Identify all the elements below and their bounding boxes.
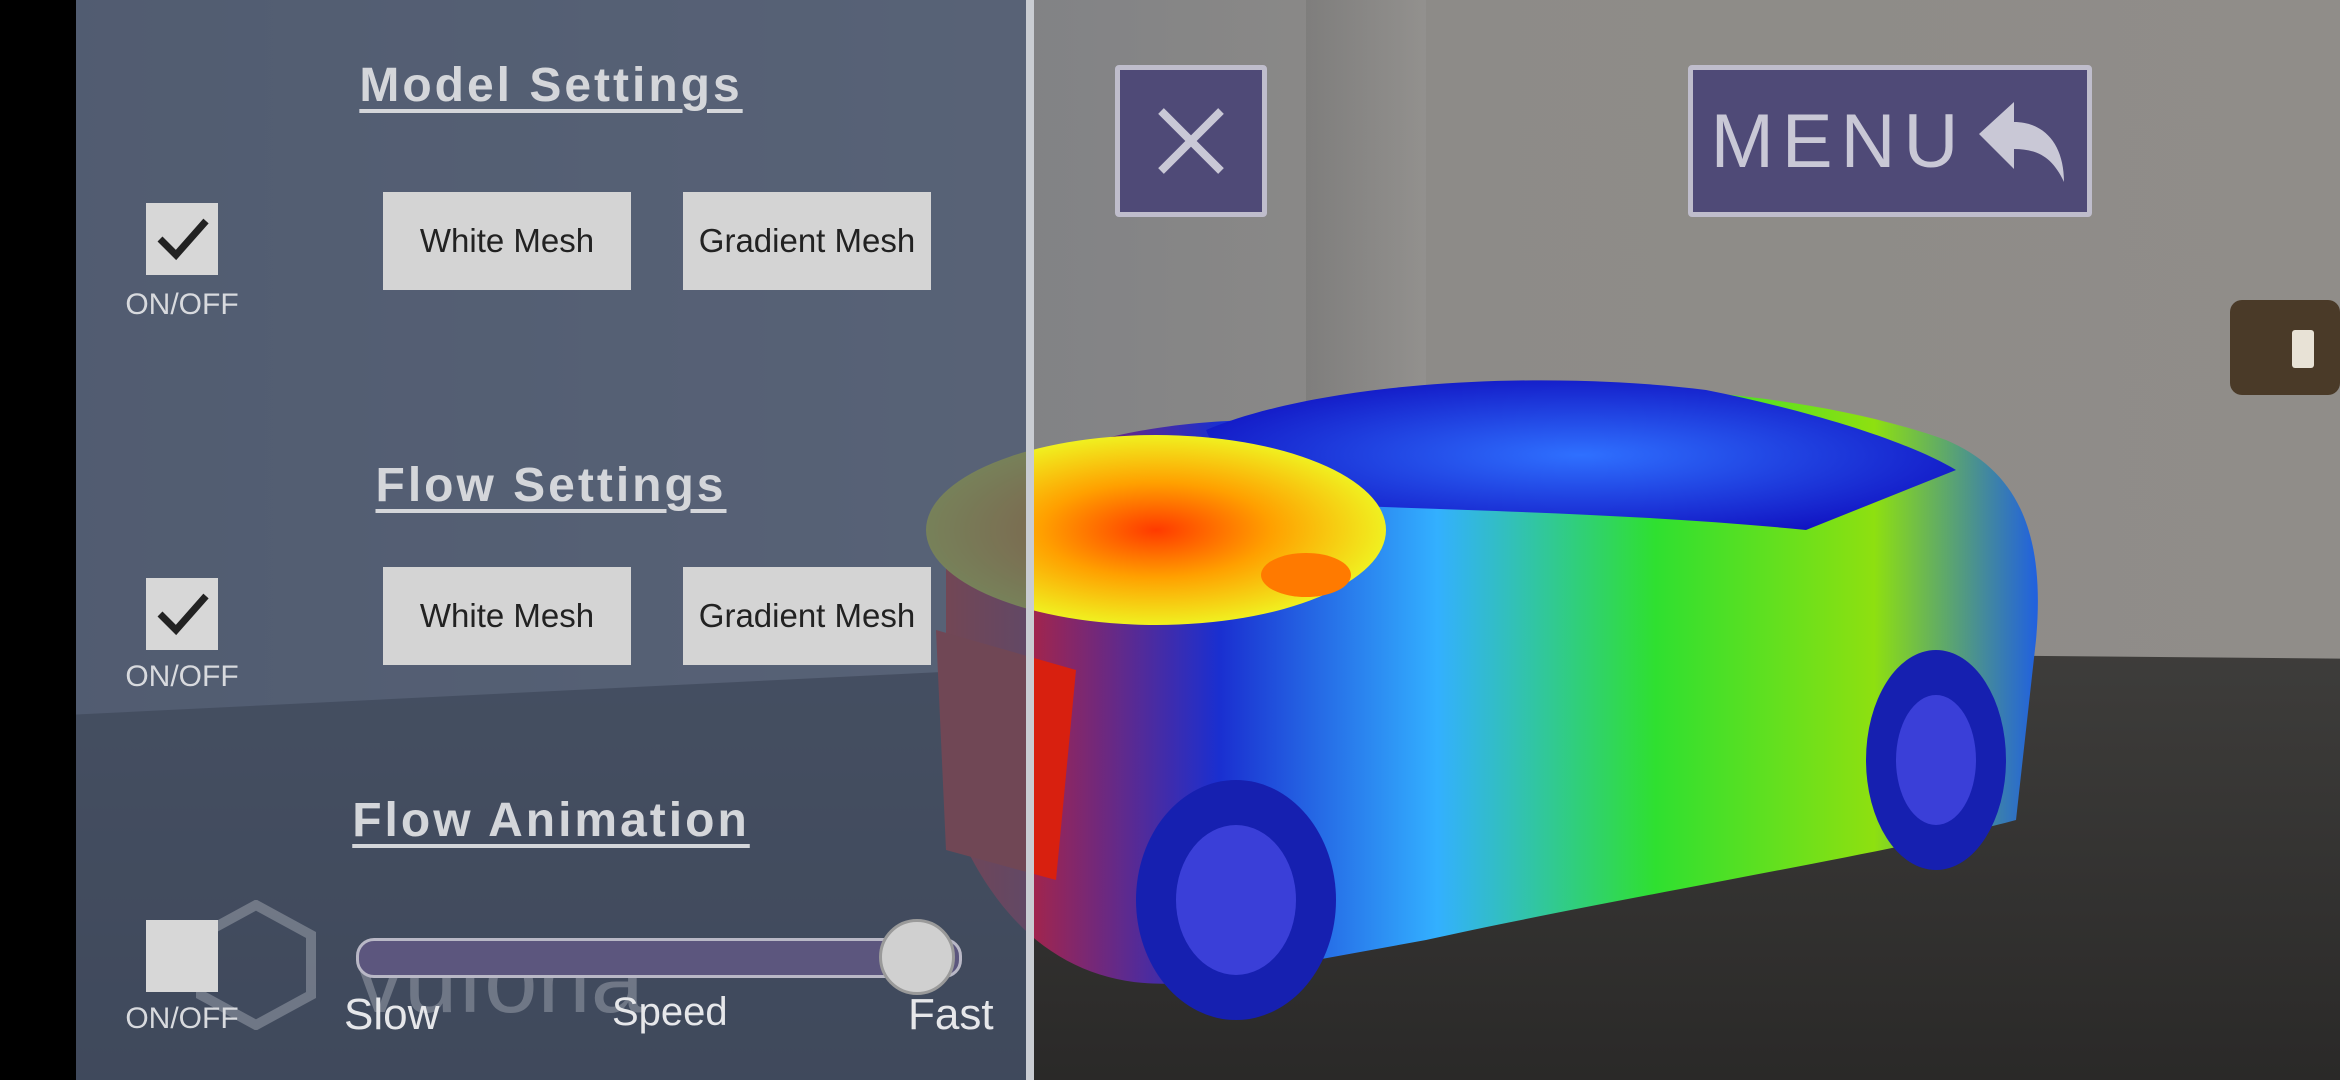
- animation-toggle-checkbox[interactable]: [146, 920, 218, 992]
- menu-label: MENU: [1710, 98, 1967, 184]
- flow-toggle-checkbox[interactable]: [146, 578, 218, 650]
- settings-panel: Model Settings ON/OFF White Mesh Gradien…: [76, 0, 1034, 1080]
- model-settings-title: Model Settings: [359, 59, 743, 112]
- speed-slider-track[interactable]: [356, 938, 962, 978]
- flow-gradient-mesh-button[interactable]: Gradient Mesh: [683, 567, 931, 665]
- model-white-mesh-button[interactable]: White Mesh: [383, 192, 631, 290]
- reply-arrow-icon: [1979, 101, 2065, 182]
- model-toggle-checkbox[interactable]: [146, 203, 218, 275]
- close-button[interactable]: [1115, 65, 1267, 217]
- flow-animation-title: Flow Animation: [352, 794, 750, 847]
- model-gradient-mesh-button[interactable]: Gradient Mesh: [683, 192, 931, 290]
- flow-toggle-label: ON/OFF: [125, 660, 239, 693]
- model-toggle-label: ON/OFF: [125, 288, 239, 321]
- checkmark-icon: [157, 218, 209, 261]
- flow-white-mesh-button[interactable]: White Mesh: [383, 567, 631, 665]
- checkmark-icon: [157, 593, 209, 636]
- slider-max-label: Fast: [908, 990, 994, 1039]
- light-switch: [2230, 300, 2340, 395]
- speed-slider-thumb[interactable]: [879, 919, 955, 995]
- menu-button[interactable]: MENU: [1688, 65, 2092, 217]
- close-icon: [1158, 108, 1224, 174]
- flow-settings-title: Flow Settings: [375, 459, 727, 512]
- slider-mid-label: Speed: [612, 990, 728, 1034]
- slider-min-label: Slow: [344, 990, 440, 1039]
- animation-toggle-label: ON/OFF: [125, 1002, 239, 1035]
- flow-heatmap-car-model: [926, 380, 2038, 1020]
